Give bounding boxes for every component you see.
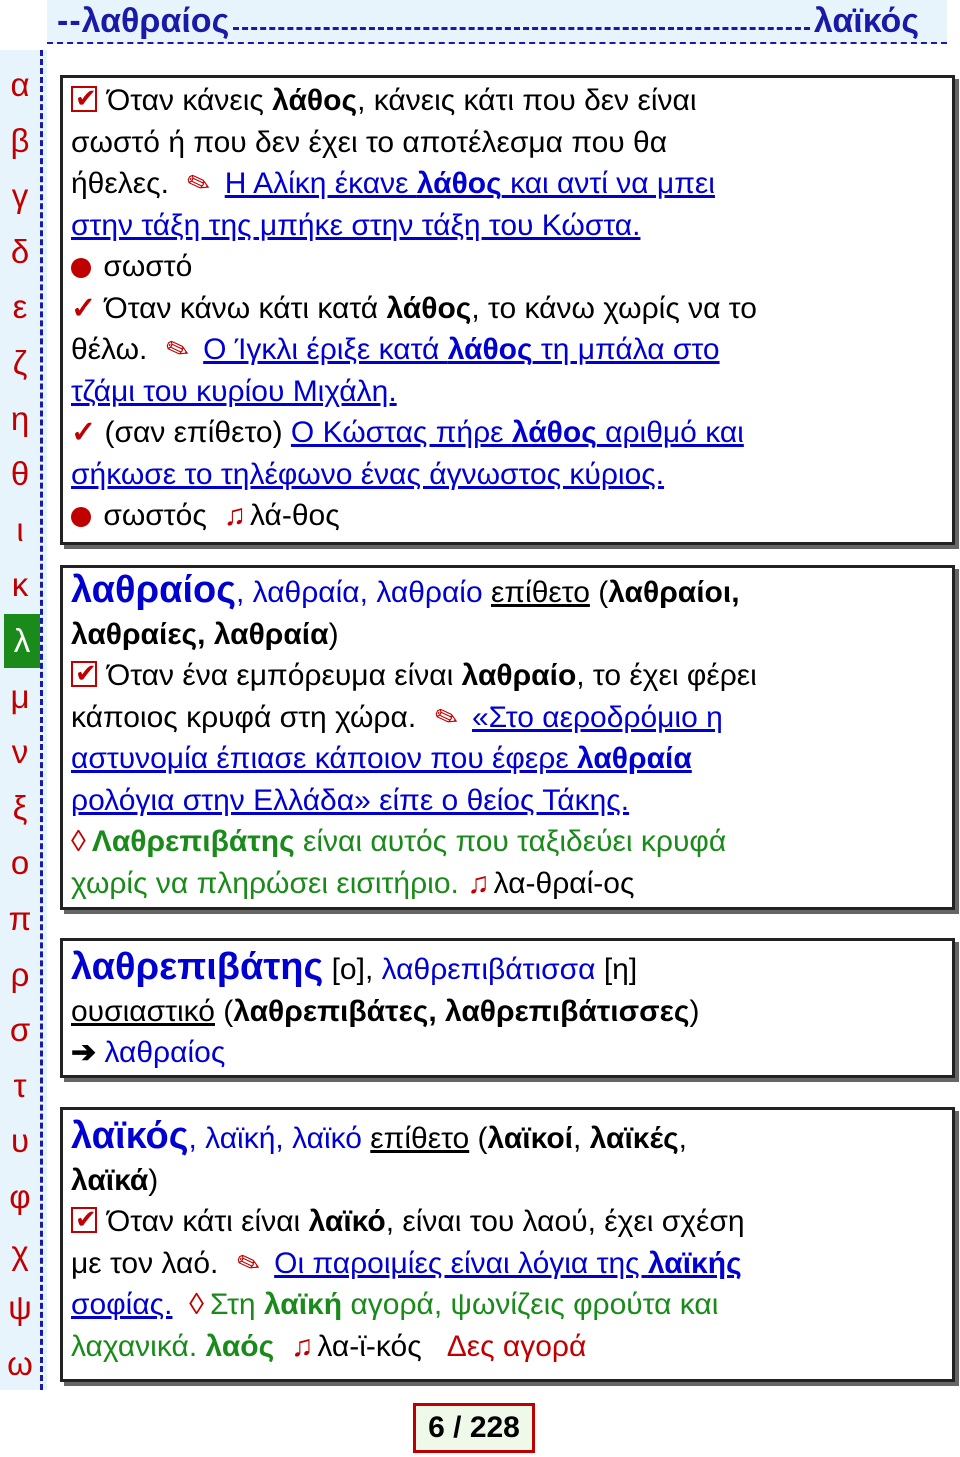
example-link[interactable]: «Στο αεροδρόμιο η xyxy=(472,701,723,734)
entry-line: λαχανικά. λαός ♫ λα-ϊ-κός Δες αγορά xyxy=(71,1329,587,1363)
see-also-link[interactable]: Δες αγορά xyxy=(447,1330,587,1363)
entry-line: κάποιος κρυφά στη χώρα. ✎ «Στο αεροδρόμιο… xyxy=(71,697,952,739)
entry-line: ήθελες. ✎ Η Αλίκη έκανε λάθος και αντί να… xyxy=(71,163,952,205)
entry-lathrepivatis: λαθρεπιβάτης [ο], λαθρεπιβάτισσα [η] ουσ… xyxy=(60,938,955,1078)
entry-line: σωστό xyxy=(71,246,952,288)
alphabet-sidebar: αβγδεζηθικλμνξοπρστυφχψω xyxy=(0,50,47,1390)
entry-line: σήκωσε το τηλέφωνο ένας άγνωστος κύριος. xyxy=(71,454,952,496)
alphabet-letter[interactable]: ψ xyxy=(0,1281,40,1335)
music-note-icon: ♫ xyxy=(223,499,246,532)
entry-line: σωστός ♫ λά-θος xyxy=(71,495,952,537)
example-link[interactable]: Ο Ίγκλι έριξε κατά λάθος τη μπάλα στο xyxy=(203,333,719,366)
header-lead: -- xyxy=(57,1,82,40)
entry-line: με τον λαό. ✎ Οι παροιμίες είναι λόγια τη… xyxy=(71,1243,952,1285)
header-left-word: λαθραίος xyxy=(81,1,230,40)
entry-laikos: λαϊκός, λαϊκή, λαϊκό επίθετο (λαϊκοί, λα… xyxy=(60,1107,955,1382)
alphabet-letter[interactable]: υ xyxy=(0,1114,40,1168)
entry-line: ➔ λαθραίος xyxy=(71,1032,952,1074)
header-divider xyxy=(233,26,810,30)
example-link[interactable]: τζάμι του κυρίου Μιχάλη. xyxy=(71,375,397,408)
entry-line: λαϊκός, λαϊκή, λαϊκό επίθετο (λαϊκοί, λα… xyxy=(71,1115,688,1157)
entry-line: λαϊκά) xyxy=(71,1163,159,1197)
check-icon: ✓ xyxy=(71,291,97,325)
alphabet-letter[interactable]: ω xyxy=(0,1337,40,1391)
entry-line: θέλω. ✎ Ο Ίγκλι έριξε κατά λάθος τη μπάλα… xyxy=(71,329,952,371)
alphabet-letter[interactable]: α xyxy=(0,58,40,112)
alphabet-letter[interactable]: β xyxy=(0,114,40,168)
alphabet-letter[interactable]: δ xyxy=(0,225,40,279)
checkbox-check-icon xyxy=(71,78,97,120)
music-note-icon: ♫ xyxy=(290,1329,314,1363)
alphabet-letter[interactable]: ζ xyxy=(0,336,40,390)
alphabet-letter[interactable]: ρ xyxy=(0,948,40,1002)
check-icon: ✓ xyxy=(71,416,97,449)
example-link[interactable]: ρολόγια στην Ελλάδα» είπε ο θείος Τάκης. xyxy=(71,784,629,817)
music-note-icon: ♫ xyxy=(467,866,490,900)
cross-reference-link[interactable]: λαθραίος xyxy=(104,1036,225,1069)
entry-line: αστυνομία έπιασε κάποιον που έφερε λαθρα… xyxy=(71,738,952,780)
pencil-icon: ✎ xyxy=(232,1244,265,1282)
entry-line: στην τάξη της μπήκε στην τάξη του Κώστα. xyxy=(71,205,952,247)
entry-line: λαθρεπιβάτης [ο], λαθρεπιβάτισσα [η] xyxy=(71,946,638,988)
alphabet-letter[interactable]: η xyxy=(0,392,40,446)
red-dot-icon xyxy=(71,507,91,528)
entry-line: Όταν κάτι είναι λαϊκό, είναι του λαού, έ… xyxy=(71,1199,952,1243)
entry-lathos: Όταν κάνεις λάθος, κάνεις κάτι που δεν ε… xyxy=(60,75,955,545)
entry-line: Όταν ένα εμπόρευμα είναι λαθραίο, το έχε… xyxy=(71,653,952,697)
checkbox-check-icon xyxy=(71,1199,97,1241)
alphabet-letter[interactable]: ε xyxy=(0,280,40,334)
example-link[interactable]: αστυνομία έπιασε κάποιον που έφερε λαθρα… xyxy=(71,742,692,775)
arrow-right-icon: ➔ xyxy=(71,1036,97,1069)
page-indicator: 6 / 228 xyxy=(413,1403,535,1453)
alphabet-letter[interactable]: μ xyxy=(0,670,40,724)
example-link[interactable]: Ο Κώστας πήρε λάθος αριθμό και xyxy=(291,416,744,449)
entry-line: ✓ (σαν επίθετο) Ο Κώστας πήρε λάθος αριθ… xyxy=(71,416,744,449)
alphabet-letter[interactable]: ο xyxy=(0,836,40,890)
entry-line: σωστό ή που δεν έχει το αποτέλεσμα που θ… xyxy=(71,125,668,159)
entry-line: λαθραίος, λαθραία, λαθραίο επίθετο (λαθρ… xyxy=(71,569,740,611)
pencil-icon: ✎ xyxy=(429,698,463,736)
alphabet-letter[interactable]: σ xyxy=(0,1003,40,1057)
alphabet-letter[interactable]: θ xyxy=(0,447,40,501)
entry-line: ρολόγια στην Ελλάδα» είπε ο θείος Τάκης. xyxy=(71,780,952,822)
alphabet-letter[interactable]: ι xyxy=(0,503,40,557)
alphabet-letter[interactable]: π xyxy=(0,892,40,946)
entry-line: χωρίς να πληρώσει εισιτήριο. ♫ λα-θραί-ος xyxy=(71,866,635,900)
page-header: -- λαθραίος λαϊκός xyxy=(47,0,947,44)
alphabet-letter[interactable]: χ xyxy=(0,1226,40,1280)
alphabet-letter[interactable]: τ xyxy=(0,1059,40,1113)
entry-line: ουσιαστικό (λαθρεπιβάτες, λαθρεπιβάτισσε… xyxy=(71,994,700,1028)
entry-line: λαθραίες, λαθραία) xyxy=(71,617,339,651)
diamond-icon: ◊ xyxy=(71,825,86,858)
pencil-icon: ✎ xyxy=(182,164,216,203)
entry-line: Όταν κάνεις λάθος, κάνεις κάτι που δεν ε… xyxy=(71,78,952,122)
alphabet-letter[interactable]: φ xyxy=(0,1170,40,1224)
checkbox-check-icon xyxy=(71,653,97,695)
sidebar-divider xyxy=(40,50,43,1390)
entry-line: ✓ Όταν κάνω κάτι κατά λάθος, το κάνω χωρ… xyxy=(71,291,757,325)
example-link[interactable]: σοφίας. xyxy=(71,1288,172,1321)
header-right-word: λαϊκός xyxy=(813,1,919,40)
entry-line: σοφίας. ◊ Στη λαϊκή αγορά, ψωνίζεις φρούτ… xyxy=(71,1288,719,1321)
alphabet-letter[interactable]: ξ xyxy=(0,781,40,835)
example-link[interactable]: Οι παροιμίες είναι λόγια της λαϊκής xyxy=(274,1247,742,1280)
alphabet-letter[interactable]: γ xyxy=(0,169,40,223)
alphabet-letter[interactable]: λ xyxy=(4,614,40,668)
example-link[interactable]: Η Αλίκη έκανε λάθος και αντί να μπει xyxy=(225,167,715,200)
red-dot-icon xyxy=(71,258,91,279)
alphabet-letter[interactable]: κ xyxy=(0,558,40,612)
entry-line: τζάμι του κυρίου Μιχάλη. xyxy=(71,371,952,413)
entry-lathraios: λαθραίος, λαθραία, λαθραίο επίθετο (λαθρ… xyxy=(60,565,955,910)
entry-line: ◊ Λαθρεπιβάτης είναι αυτός που ταξιδεύει … xyxy=(71,825,727,858)
pencil-icon: ✎ xyxy=(161,330,194,369)
example-link[interactable]: σήκωσε το τηλέφωνο ένας άγνωστος κύριος. xyxy=(71,458,664,491)
diamond-icon: ◊ xyxy=(189,1288,204,1321)
alphabet-letter[interactable]: ν xyxy=(0,725,40,779)
example-link[interactable]: στην τάξη της μπήκε στην τάξη του Κώστα. xyxy=(71,209,640,242)
